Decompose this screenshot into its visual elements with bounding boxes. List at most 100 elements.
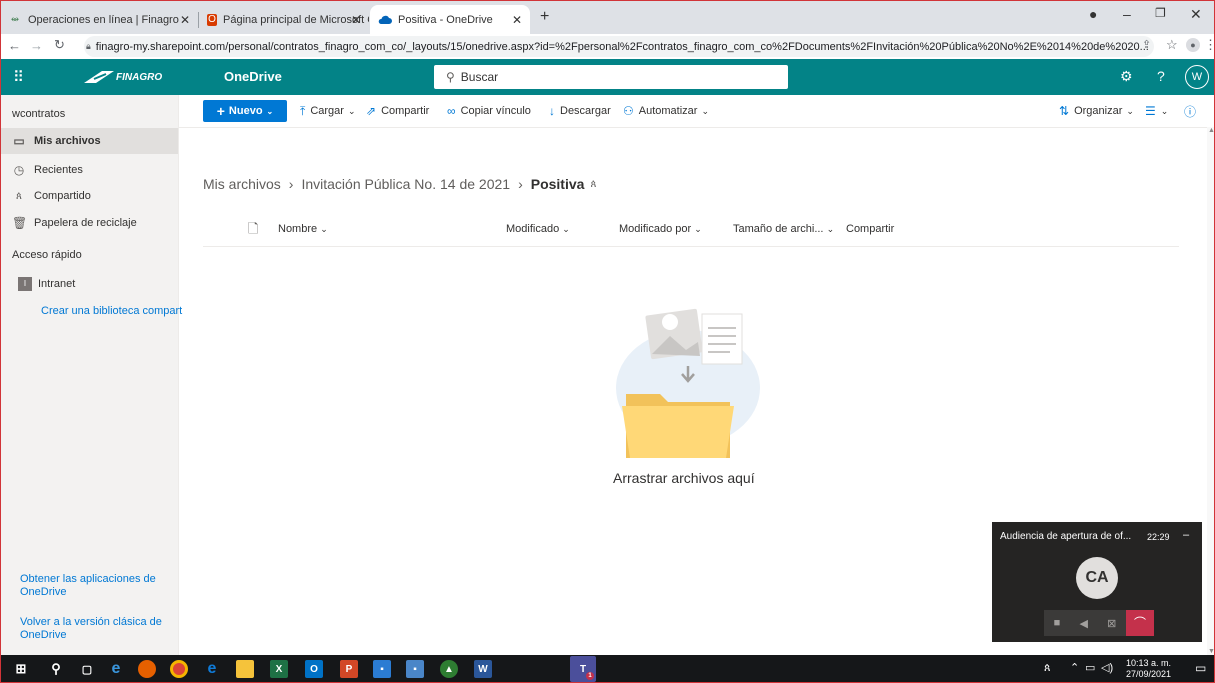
forward-icon[interactable]: → — [30, 38, 43, 53]
get-apps-link[interactable]: Obtener las aplicaciones de OneDrive — [20, 573, 170, 599]
teams-icon[interactable]: T 1 — [570, 656, 596, 682]
back-icon[interactable]: ← — [8, 38, 21, 53]
minimize-call-icon[interactable]: – — [1183, 529, 1189, 541]
powerpoint-icon[interactable]: P — [340, 660, 358, 678]
suite-bar: ⠿ FINAGRO OneDrive ⚲ Buscar ⚙ ? W — [0, 59, 1215, 95]
column-size[interactable]: Tamaño de archi... ⌄ — [733, 223, 834, 235]
minimize-icon[interactable]: – — [1123, 6, 1131, 22]
classic-onedrive-link[interactable]: Volver a la versión clásica de OneDrive — [20, 616, 170, 642]
column-sharing[interactable]: Compartir — [846, 223, 894, 235]
tab-title: Positiva - OneDrive — [398, 13, 493, 26]
drive-icon[interactable]: ▲ — [440, 660, 458, 678]
people-icon[interactable]: ጰ — [1044, 662, 1051, 675]
show-hidden-icons-icon[interactable]: ⌃ — [1070, 661, 1079, 674]
new-button-label: Nuevo — [228, 105, 263, 117]
close-tab-icon[interactable]: ✕ — [512, 13, 522, 27]
close-tab-icon[interactable]: ✕ — [351, 13, 361, 27]
nav-item-intranet[interactable]: I Intranet — [0, 271, 178, 297]
hang-up-button[interactable]: ⌒ — [1126, 610, 1154, 636]
nav-item-recent[interactable]: ◷ Recientes — [0, 157, 178, 183]
recycle-bin-icon: 🗑︎ — [12, 216, 28, 230]
new-tab-button[interactable]: + — [540, 8, 549, 26]
breadcrumb-my-files[interactable]: Mis archivos — [203, 176, 281, 192]
firefox-icon[interactable] — [138, 660, 156, 678]
nav-item-my-files[interactable]: ▭ Mis archivos — [0, 128, 178, 154]
share-page-icon[interactable]: ⇪ — [1142, 38, 1151, 51]
remote-desktop-icon[interactable]: ▪ — [406, 660, 424, 678]
link-icon: ∞ — [447, 104, 456, 118]
excel-icon[interactable]: X — [270, 660, 288, 678]
close-window-icon[interactable]: ✕ — [1190, 6, 1202, 23]
scrollbar[interactable]: ▲ ▼ — [1207, 127, 1215, 655]
profile-indicator-icon[interactable]: ● — [1089, 6, 1097, 22]
mic-muted-icon[interactable]: ◀ — [1079, 617, 1087, 630]
chrome-icon[interactable] — [170, 660, 188, 678]
user-avatar[interactable]: W — [1185, 65, 1209, 89]
finagro-logo[interactable]: FINAGRO — [84, 70, 162, 84]
column-name[interactable]: Nombre ⌄ — [278, 223, 328, 235]
bookmark-star-icon[interactable]: ☆ — [1166, 37, 1178, 53]
sort-icon: ⇅ — [1059, 104, 1070, 118]
share-screen-icon[interactable]: ⊠ — [1107, 617, 1116, 630]
network-icon[interactable]: ▭ — [1085, 661, 1095, 674]
column-modified[interactable]: Modificado ⌄ — [506, 223, 570, 235]
scroll-up-icon[interactable]: ▲ — [1208, 127, 1215, 134]
column-modified-by-label: Modificado por — [619, 223, 692, 235]
task-view-icon[interactable]: ▢ — [78, 660, 96, 678]
taskbar: ⊞ ⚲ ▢ e e X O P ▪ ▪ ▲ W T 1 ጰ ⌃ ▭ ◁) 10:… — [0, 655, 1215, 683]
share-button[interactable]: ⇗ Compartir — [366, 95, 429, 127]
list-view-icon: ☰ — [1145, 104, 1156, 118]
notifications-icon[interactable]: ▭ — [1195, 661, 1206, 675]
column-modified-by[interactable]: Modificado por ⌄ — [619, 223, 702, 235]
breadcrumb-folder[interactable]: Invitación Pública No. 14 de 2021 — [301, 176, 510, 192]
restore-icon[interactable]: ❐ — [1155, 6, 1166, 20]
volume-icon[interactable]: ◁) — [1101, 661, 1113, 674]
call-mini-window[interactable]: Audiencia de apertura de of... 22:29 – C… — [992, 522, 1202, 642]
empty-state-message: Arrastrar archivos aquí — [613, 470, 755, 486]
camera-off-icon[interactable]: ■ — [1054, 617, 1061, 629]
search-box[interactable]: ⚲ Buscar — [434, 65, 788, 89]
profile-icon[interactable]: ● — [1186, 38, 1200, 52]
copy-link-button[interactable]: ∞ Copiar vínculo — [447, 95, 531, 127]
browser-tab-finagro[interactable]: ⥈ Operaciones en línea | Finagro ✕ — [0, 5, 198, 34]
help-icon[interactable]: ? — [1157, 68, 1165, 84]
chevron-right-icon: › — [518, 176, 523, 192]
search-icon[interactable]: ⚲ — [47, 660, 65, 678]
address-bar[interactable]: 🔒︎ finagro-my.sharepoint.com/personal/co… — [84, 36, 1154, 57]
nav-item-recycle-bin[interactable]: 🗑︎ Papelera de reciclaje — [0, 210, 178, 236]
clock[interactable]: 10:13 a. m. 27/09/2021 — [1126, 658, 1171, 680]
download-button[interactable]: ↓ Descargar — [549, 95, 611, 127]
new-button[interactable]: + Nuevo ⌄ — [203, 100, 287, 122]
app-icon[interactable]: ▪ — [373, 660, 391, 678]
automate-button[interactable]: ⚇ Automatizar ⌄ — [623, 95, 709, 127]
upload-label: Cargar — [310, 105, 344, 117]
info-icon: ⓘ — [1184, 104, 1197, 119]
close-tab-icon[interactable]: ✕ — [180, 13, 190, 27]
participant-avatar: CA — [1076, 557, 1118, 599]
outlook-icon[interactable]: O — [305, 660, 323, 678]
file-explorer-icon[interactable] — [236, 660, 254, 678]
details-pane-button[interactable]: ⓘ — [1184, 95, 1201, 127]
upload-button[interactable]: ⤒ Cargar ⌄ — [300, 95, 355, 127]
organize-button[interactable]: ⇅ Organizar ⌄ — [1059, 95, 1134, 127]
chevron-right-icon: › — [288, 176, 294, 192]
app-name[interactable]: OneDrive — [224, 69, 282, 84]
url-text: finagro-my.sharepoint.com/personal/contr… — [95, 40, 1149, 53]
scroll-down-icon[interactable]: ▼ — [1208, 648, 1215, 655]
word-icon[interactable]: W — [474, 660, 492, 678]
app-launcher-icon[interactable]: ⠿ — [13, 68, 24, 86]
windows-start-icon[interactable]: ⊞ — [12, 660, 30, 678]
finagro-favicon-icon: ⥈ — [11, 14, 19, 25]
browser-tab-office[interactable]: O Página principal de Microsoft Of ✕ — [199, 5, 369, 34]
reload-icon[interactable]: ↻ — [54, 37, 65, 53]
edge-icon[interactable]: e — [203, 660, 221, 678]
chevron-down-icon: ⌄ — [266, 106, 274, 116]
column-name-label: Nombre — [278, 223, 318, 235]
settings-gear-icon[interactable]: ⚙ — [1120, 68, 1133, 85]
create-library-link[interactable]: Crear una biblioteca compart — [41, 305, 182, 317]
nav-item-shared[interactable]: ጰ Compartido — [0, 183, 178, 209]
browser-menu-icon[interactable]: ⋮ — [1204, 37, 1215, 53]
view-options-button[interactable]: ☰ ⌄ — [1145, 95, 1168, 127]
browser-tab-onedrive[interactable]: Positiva - OneDrive ✕ — [370, 5, 530, 34]
ie-icon[interactable]: e — [107, 660, 125, 678]
